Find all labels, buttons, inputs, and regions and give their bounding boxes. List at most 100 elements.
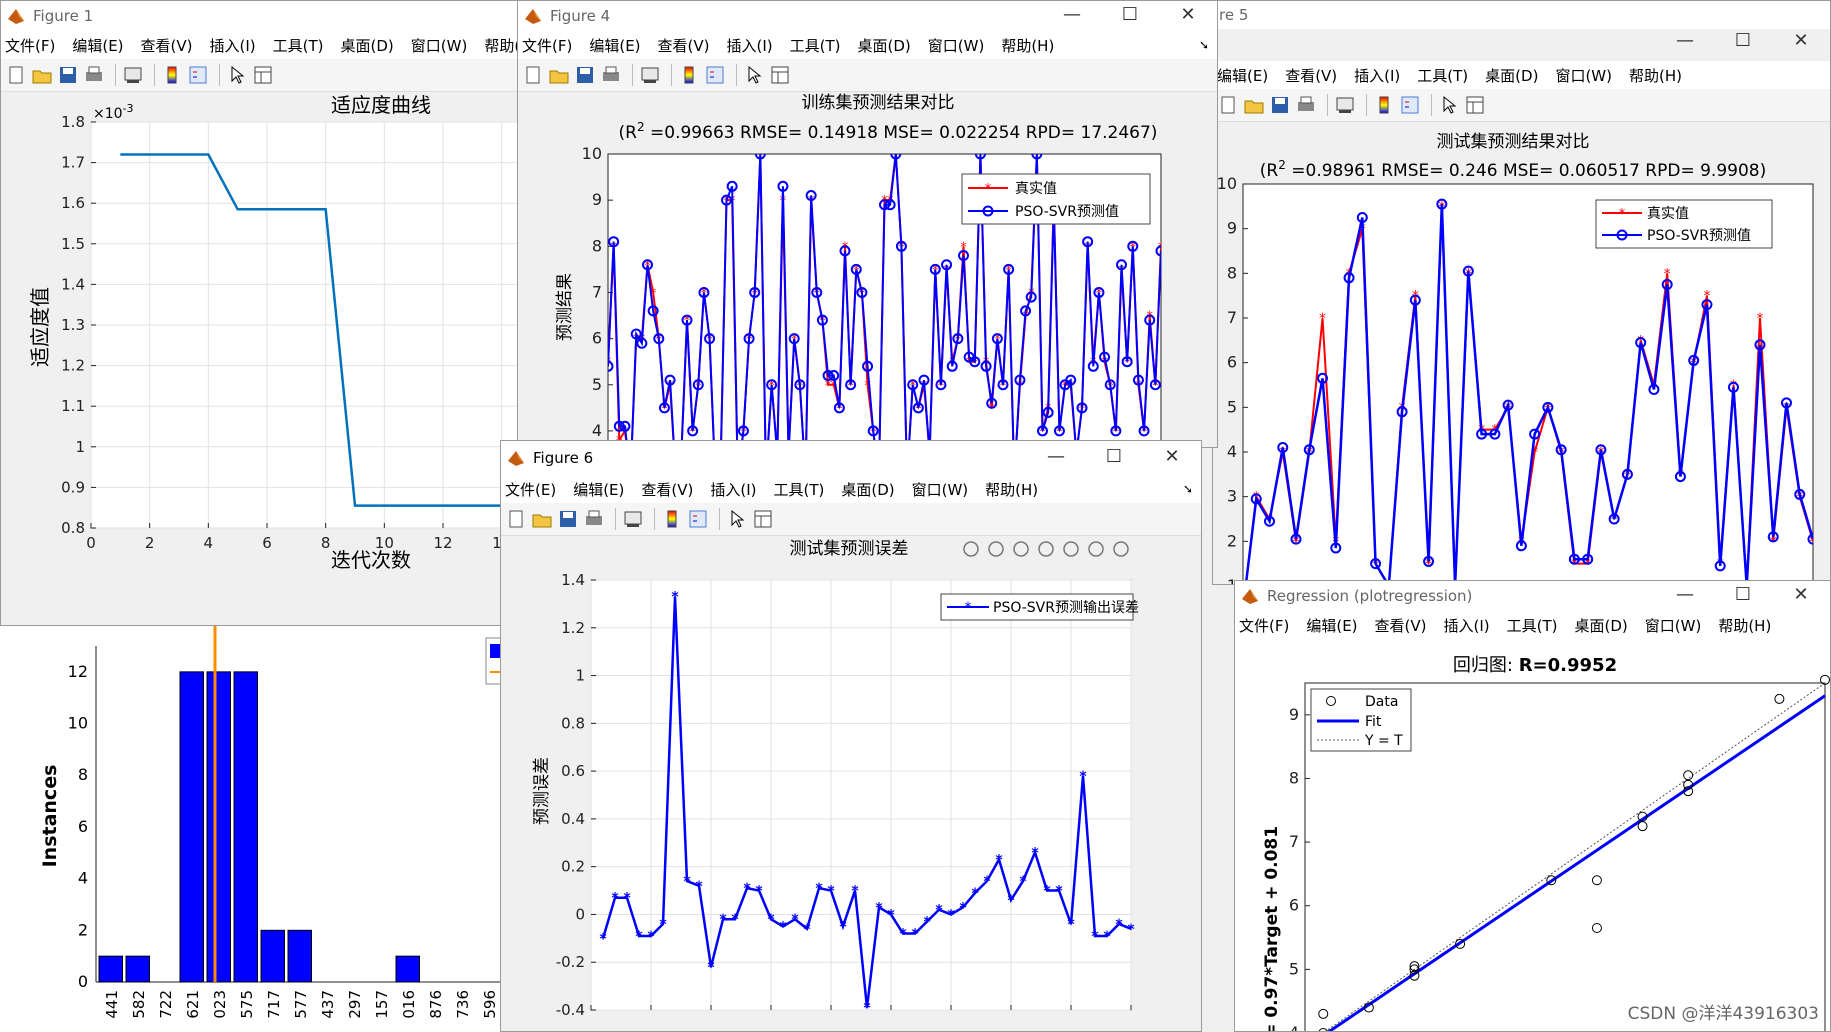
- menu-item[interactable]: 编辑(E): [1306, 615, 1357, 636]
- pointer-icon[interactable]: [726, 508, 748, 530]
- pointer-icon[interactable]: [743, 64, 765, 86]
- menu-item[interactable]: 窗口(W): [1645, 615, 1702, 636]
- new-file-icon[interactable]: [505, 508, 527, 530]
- minimize-button[interactable]: —: [1656, 581, 1714, 611]
- menu-item[interactable]: 窗口(W): [1555, 65, 1612, 86]
- close-button[interactable]: ✕: [1772, 581, 1830, 611]
- legend-icon[interactable]: [187, 64, 209, 86]
- pointer-icon[interactable]: [1438, 94, 1460, 116]
- save-icon[interactable]: [1269, 94, 1291, 116]
- maximize-button[interactable]: ☐: [1085, 441, 1143, 471]
- menu-item[interactable]: 查看(V): [641, 479, 693, 500]
- datatip-icon[interactable]: [1013, 541, 1029, 557]
- colorbar-icon[interactable]: [161, 64, 183, 86]
- print-icon[interactable]: [600, 64, 622, 86]
- menu-item[interactable]: 桌面(D): [1485, 65, 1538, 86]
- link-plot-icon[interactable]: [122, 64, 144, 86]
- colorbar-icon[interactable]: [1373, 94, 1395, 116]
- menu-item[interactable]: 工具(T): [773, 479, 824, 500]
- menu-item[interactable]: 帮助(H): [1629, 65, 1682, 86]
- colorbar-icon[interactable]: [678, 64, 700, 86]
- close-button[interactable]: ✕: [1772, 27, 1830, 57]
- menu-overflow-icon[interactable]: ➘: [1199, 38, 1209, 52]
- open-folder-icon[interactable]: [1243, 94, 1265, 116]
- menu-item[interactable]: 桌面(D): [1575, 615, 1628, 636]
- toolbar-separator: [1366, 94, 1367, 116]
- save-icon[interactable]: [557, 508, 579, 530]
- menu-item[interactable]: 桌面(D): [341, 35, 394, 56]
- open-folder-icon[interactable]: [548, 64, 570, 86]
- menu-item[interactable]: 窗口(W): [912, 479, 969, 500]
- zoom-in-icon[interactable]: [1063, 541, 1079, 557]
- menu-item[interactable]: 查看(V): [1285, 65, 1337, 86]
- pointer-icon[interactable]: [226, 64, 248, 86]
- legend-icon[interactable]: [1399, 94, 1421, 116]
- legend-icon[interactable]: [687, 508, 709, 530]
- save-icon[interactable]: [57, 64, 79, 86]
- menu-item[interactable]: 工具(T): [790, 35, 841, 56]
- menu-item[interactable]: 帮助(H): [985, 479, 1038, 500]
- print-icon[interactable]: [583, 508, 605, 530]
- save-icon[interactable]: [574, 64, 596, 86]
- menu-item[interactable]: 插入(I): [710, 479, 756, 500]
- menu-item[interactable]: 帮助(H): [1718, 615, 1771, 636]
- menu-item[interactable]: 桌面(D): [841, 479, 894, 500]
- menu-item[interactable]: 工具(T): [1417, 65, 1468, 86]
- maximize-button[interactable]: ☐: [1714, 27, 1772, 57]
- link-plot-icon[interactable]: [639, 64, 661, 86]
- menu-item[interactable]: 帮助(H): [484, 35, 519, 56]
- menu-item[interactable]: 插入(I): [210, 35, 256, 56]
- minimize-button[interactable]: —: [1043, 1, 1101, 31]
- legend-icon[interactable]: [704, 64, 726, 86]
- menu-item[interactable]: 文件(E): [505, 479, 556, 500]
- menu-item[interactable]: 工具(T): [273, 35, 324, 56]
- close-button[interactable]: ✕: [1159, 1, 1217, 31]
- menu-item[interactable]: 查看(V): [658, 35, 710, 56]
- axis-exponent: ×10-3: [93, 102, 134, 122]
- y-tick-label: 8: [1289, 768, 1299, 787]
- property-editor-icon[interactable]: [752, 508, 774, 530]
- menu-item[interactable]: 窗口(W): [411, 35, 468, 56]
- property-editor-icon[interactable]: [1464, 94, 1486, 116]
- maximize-button[interactable]: ☐: [1714, 581, 1772, 611]
- property-editor-icon[interactable]: [252, 64, 274, 86]
- maximize-button[interactable]: ☐: [1101, 1, 1159, 31]
- colorbar-icon[interactable]: [661, 508, 683, 530]
- property-editor-icon[interactable]: [769, 64, 791, 86]
- menu-item[interactable]: 帮助(H): [1001, 35, 1054, 56]
- menu-item[interactable]: 查看(V): [141, 35, 193, 56]
- menu-item[interactable]: 插入(I): [1444, 615, 1490, 636]
- new-file-icon[interactable]: [1217, 94, 1239, 116]
- menu-item[interactable]: 编辑(E): [573, 479, 624, 500]
- minimize-button[interactable]: —: [1656, 27, 1714, 57]
- menu-item[interactable]: 文件(F): [522, 35, 572, 56]
- menu-item[interactable]: 窗口(W): [928, 35, 985, 56]
- print-icon[interactable]: [83, 64, 105, 86]
- menu-item[interactable]: 插入(I): [727, 35, 773, 56]
- new-file-icon[interactable]: [5, 64, 27, 86]
- menu-item[interactable]: 编辑(E): [72, 35, 123, 56]
- menu-item[interactable]: 文件(F): [1239, 615, 1289, 636]
- new-file-icon[interactable]: [522, 64, 544, 86]
- export-icon[interactable]: [963, 541, 979, 557]
- menu-item[interactable]: 编辑(E): [589, 35, 640, 56]
- zoom-out-icon[interactable]: [1088, 541, 1104, 557]
- home-icon[interactable]: [1113, 541, 1129, 557]
- menu-overflow-icon[interactable]: ➘: [1183, 482, 1193, 496]
- print-icon[interactable]: [1295, 94, 1317, 116]
- menu-item[interactable]: 工具(T): [1507, 615, 1558, 636]
- open-folder-icon[interactable]: [31, 64, 53, 86]
- brush-icon[interactable]: [988, 541, 1004, 557]
- open-folder-icon[interactable]: [531, 508, 553, 530]
- link-plot-icon[interactable]: [622, 508, 644, 530]
- menu-item[interactable]: 查看(V): [1375, 615, 1427, 636]
- watermark: CSDN @洋洋43916303: [1627, 1004, 1819, 1024]
- menu-item[interactable]: 桌面(D): [858, 35, 911, 56]
- menu-item[interactable]: 编辑(E): [1217, 65, 1268, 86]
- close-button[interactable]: ✕: [1143, 441, 1201, 471]
- link-plot-icon[interactable]: [1334, 94, 1356, 116]
- menu-item[interactable]: 文件(F): [5, 35, 55, 56]
- menu-item[interactable]: 插入(I): [1354, 65, 1400, 86]
- pan-icon[interactable]: [1038, 541, 1054, 557]
- minimize-button[interactable]: —: [1027, 441, 1085, 471]
